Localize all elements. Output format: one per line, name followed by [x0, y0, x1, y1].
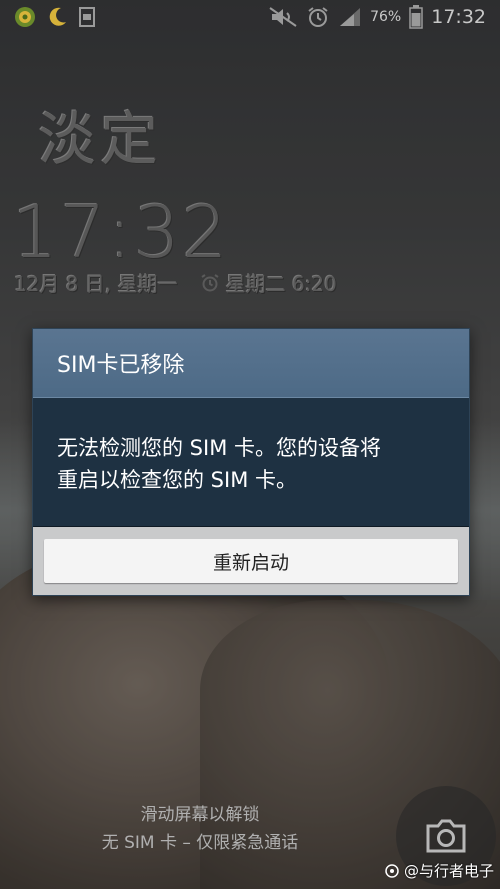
restart-button[interactable]: 重新启动 [44, 539, 458, 583]
lock-screen: 76% 17:32 淡定 17:32 12月 8 日, 星期一 星期二 6:20… [0, 0, 500, 889]
dialog-message-line2: 重启以检查您的 SIM 卡。 [57, 468, 297, 492]
status-clock: 17:32 [431, 6, 486, 28]
lockscreen-date-row: 12月 8 日, 星期一 星期二 6:20 [14, 268, 337, 297]
app-badge-icon [14, 6, 36, 28]
lockscreen-logo-text: 淡定 [38, 105, 163, 173]
signal-icon [338, 6, 362, 28]
lockscreen-clock: 17:32 [12, 190, 230, 274]
lockscreen-date: 12月 8 日, 星期一 [14, 272, 178, 296]
status-right: 76% 17:32 [268, 5, 500, 29]
status-bar: 76% 17:32 [0, 0, 500, 34]
watermark-logo-icon [384, 863, 400, 879]
alarm-clock-icon [200, 273, 220, 293]
status-left [0, 6, 98, 28]
moon-icon [46, 6, 68, 28]
camera-icon [424, 818, 468, 854]
battery-icon [409, 5, 423, 29]
dialog-message: 无法检测您的 SIM 卡。您的设备将 重启以检查您的 SIM 卡。 [33, 398, 469, 526]
dialog-footer: 重新启动 [33, 526, 469, 595]
mute-icon [268, 6, 298, 28]
battery-percent: 76% [370, 9, 402, 25]
lockscreen-alarm: 星期二 6:20 [200, 268, 337, 297]
dialog-message-line1: 无法检测您的 SIM 卡。您的设备将 [57, 436, 381, 460]
alarm-icon [306, 6, 330, 28]
watermark: @与行者电子 [384, 860, 494, 881]
unlock-hint: 滑动屏幕以解锁 [140, 805, 260, 825]
lockscreen-alarm-text: 星期二 6:20 [225, 272, 337, 296]
dialog-title: SIM卡已移除 [33, 329, 469, 398]
emergency-call-hint[interactable]: 无 SIM 卡 – 仅限紧急通话 [0, 828, 400, 853]
sim-removed-dialog: SIM卡已移除 无法检测您的 SIM 卡。您的设备将 重启以检查您的 SIM 卡… [32, 328, 470, 596]
watermark-text: @与行者电子 [403, 862, 494, 880]
gallery-icon [78, 6, 98, 28]
